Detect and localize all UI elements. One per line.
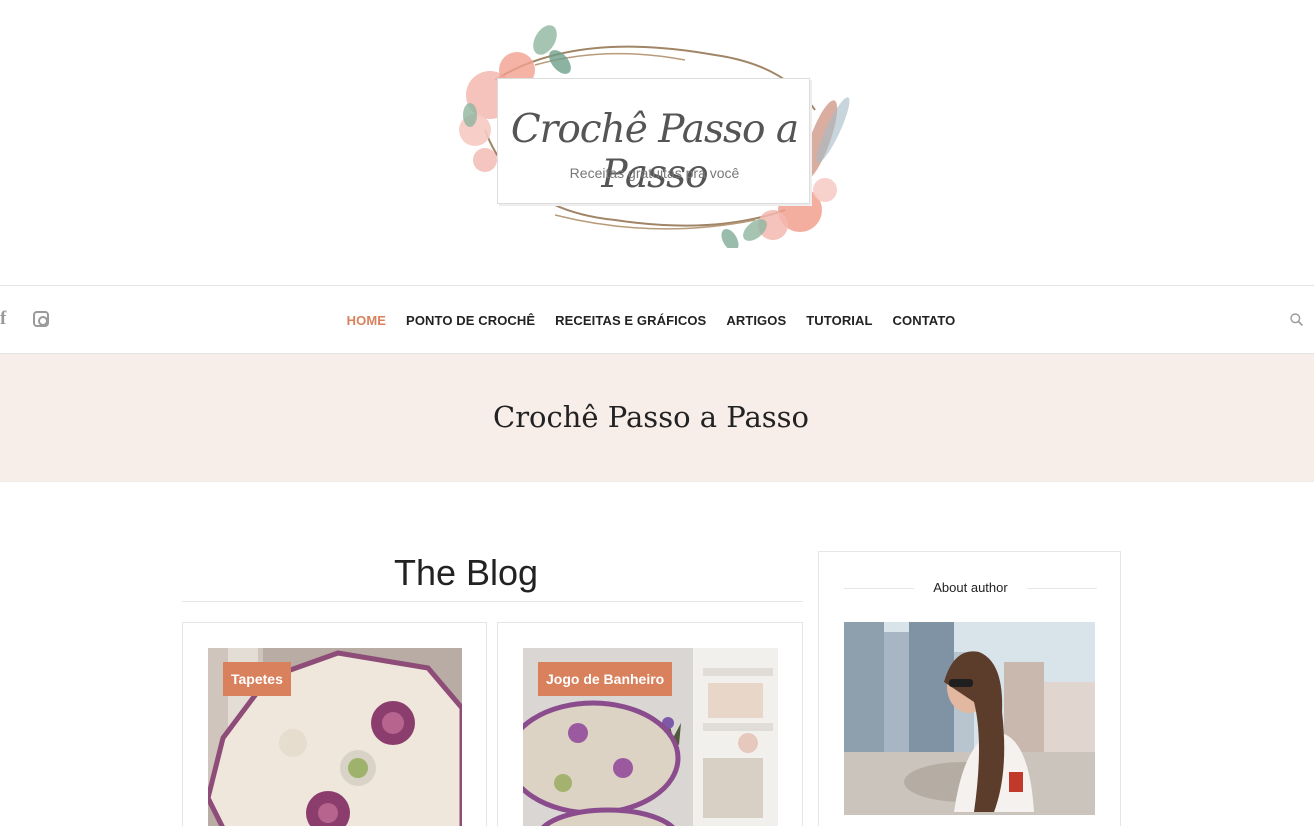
nav-item-contato[interactable]: CONTATO xyxy=(893,313,956,328)
page-title: Crochê Passo a Passo xyxy=(493,400,809,434)
logo-subtitle: Receitas gratuitas pra você xyxy=(569,165,740,181)
blog-heading-text: The Blog xyxy=(393,552,539,593)
page-banner: Crochê Passo a Passo xyxy=(0,354,1314,482)
post-thumbnail[interactable]: Jogo de Banheiro xyxy=(523,648,778,826)
category-badge[interactable]: Jogo de Banheiro xyxy=(538,662,673,696)
sidebar-widget-about: About author xyxy=(818,551,1121,826)
post-card[interactable]: Tapetes xyxy=(182,622,487,826)
post-card[interactable]: Jogo de Banheiro xyxy=(497,622,803,826)
nav-item-home[interactable]: HOME xyxy=(347,313,386,328)
author-photo xyxy=(844,622,1095,815)
nav-menu: HOME PONTO DE CROCHÊ RECEITAS E GRÁFICOS… xyxy=(0,286,1302,355)
section-heading: The Blog xyxy=(182,550,803,602)
logo-title: Crochê Passo a Passo xyxy=(510,107,799,197)
nav-item-ponto-de-croche[interactable]: PONTO DE CROCHÊ xyxy=(406,313,535,328)
nav-item-artigos[interactable]: ARTIGOS xyxy=(726,313,786,328)
post-thumbnail[interactable]: Tapetes xyxy=(208,648,462,826)
nav-item-receitas-e-graficos[interactable]: RECEITAS E GRÁFICOS xyxy=(555,313,706,328)
nav-item-tutorial[interactable]: TUTORIAL xyxy=(806,313,872,328)
site-logo[interactable]: Crochê Passo a Passo Receitas gratuitas … xyxy=(497,78,810,204)
divider xyxy=(1027,588,1097,589)
author-image xyxy=(844,622,1095,815)
site-header: Crochê Passo a Passo Receitas gratuitas … xyxy=(0,0,1314,286)
search-icon[interactable] xyxy=(1290,313,1303,326)
category-badge[interactable]: Tapetes xyxy=(223,662,291,696)
main-navigation: f HOME PONTO DE CROCHÊ RECEITAS E GRÁFIC… xyxy=(0,285,1314,354)
